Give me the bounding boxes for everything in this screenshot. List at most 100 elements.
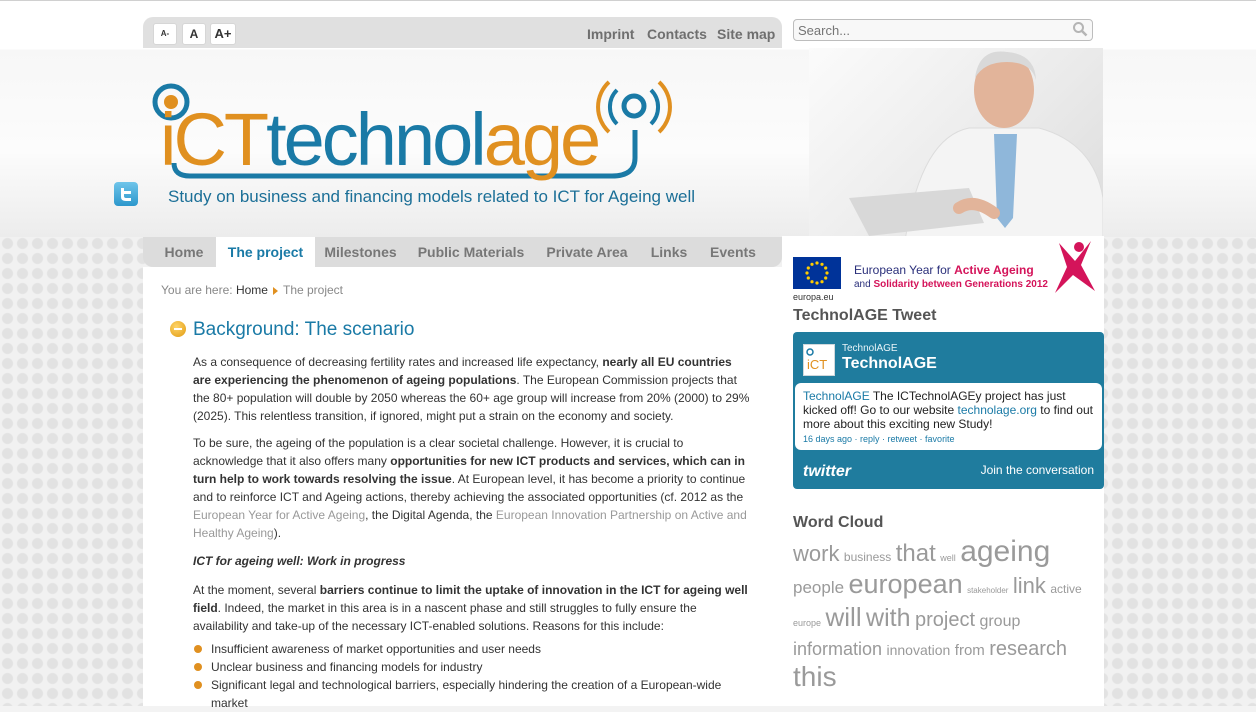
- word-cloud-link[interactable]: active: [1050, 582, 1081, 596]
- p3-subheading: ICT for ageing well: Work in progress: [193, 554, 406, 568]
- nav-events[interactable]: Events: [703, 237, 763, 267]
- list-item-text: Unclear business and financing models fo…: [211, 660, 483, 674]
- logo-techno: technol: [266, 98, 484, 181]
- site-tagline: Study on business and financing models r…: [168, 187, 695, 206]
- bullet-icon: [194, 681, 202, 689]
- word-cloud-link[interactable]: stakeholder: [967, 586, 1008, 595]
- svg-text:iCT: iCT: [807, 357, 827, 372]
- word-cloud-link[interactable]: research: [989, 638, 1067, 660]
- main-content: You are here: Home The project Background…: [143, 267, 782, 710]
- eu-line2-pre: and: [854, 279, 874, 290]
- bullet-icon: [194, 645, 202, 653]
- list-item: Significant legal and technological barr…: [193, 676, 753, 712]
- twitter-account-name[interactable]: TechnolAGE: [842, 355, 937, 373]
- word-cloud-link[interactable]: europe: [793, 618, 821, 628]
- breadcrumb-home-link[interactable]: Home: [236, 283, 268, 297]
- list-item-text: Insufficient awareness of market opportu…: [211, 642, 541, 656]
- word-cloud-link[interactable]: project: [915, 609, 975, 631]
- breadcrumb-prefix: You are here:: [161, 283, 233, 297]
- breadcrumb: You are here: Home The project: [161, 283, 343, 297]
- active-ageing-figure-icon: [1055, 241, 1095, 293]
- word-cloud-link[interactable]: well: [940, 553, 956, 563]
- word-cloud-link[interactable]: information: [793, 639, 882, 659]
- eu-line2-year: 2012: [1022, 279, 1048, 290]
- nav-the-project[interactable]: The project: [216, 237, 315, 267]
- list-item-text: Significant legal and technological barr…: [211, 678, 722, 710]
- eu-banner-line-1: European Year for Active Ageing: [854, 263, 1034, 277]
- word-cloud-link[interactable]: work: [793, 541, 839, 566]
- breadcrumb-arrow-icon: [272, 286, 278, 295]
- word-cloud-link[interactable]: group: [979, 613, 1020, 630]
- twitter-icon[interactable]: [114, 182, 138, 206]
- search-input[interactable]: [798, 22, 1058, 38]
- twitter-logo[interactable]: twitter: [803, 463, 851, 481]
- word-cloud-link[interactable]: will: [825, 602, 861, 632]
- word-cloud: work business that well ageing people eu…: [793, 537, 1098, 695]
- tweet-bubble: TechnolAGE The ICTechnolAGEy project has…: [795, 383, 1102, 450]
- paragraph-1: As a consequence of decreasing fertility…: [193, 353, 753, 425]
- svg-text:iCTtechnolage: iCTtechnolage: [160, 98, 598, 181]
- p2-text-c: , the Digital Agenda, the: [365, 508, 496, 522]
- european-year-link[interactable]: European Year for Active Ageing: [193, 508, 365, 522]
- nav-home[interactable]: Home: [153, 237, 215, 267]
- word-cloud-link[interactable]: ageing: [960, 535, 1050, 568]
- eu-line1-em: Active Ageing: [954, 263, 1034, 277]
- nav-public-materials[interactable]: Public Materials: [411, 237, 531, 267]
- eu-line2-em: Solidarity between Generations: [873, 279, 1023, 290]
- sitemap-link[interactable]: Site map: [717, 26, 775, 42]
- word-cloud-link[interactable]: business: [844, 550, 891, 564]
- eu-banner-line-2: and Solidarity between Generations 2012: [854, 279, 1048, 290]
- reasons-list: Insufficient awareness of market opportu…: [193, 640, 753, 712]
- word-cloud-heading: Word Cloud: [793, 514, 884, 531]
- logo-ict: iCT: [160, 98, 268, 181]
- word-cloud-link[interactable]: from: [955, 642, 985, 659]
- font-decrease-button[interactable]: A-: [153, 23, 177, 45]
- font-normal-button[interactable]: A: [182, 23, 206, 45]
- word-cloud-link[interactable]: people: [793, 578, 844, 597]
- site-logo[interactable]: iCTtechnolage: [150, 78, 690, 188]
- page-title: Background: The scenario: [193, 319, 415, 340]
- tweet-website-link[interactable]: technolage.org: [958, 403, 1037, 417]
- word-cloud-link[interactable]: innovation: [887, 642, 951, 658]
- europa-label: europa.eu: [793, 292, 834, 302]
- search-box: [793, 19, 1093, 41]
- join-conversation-link[interactable]: Join the conversation: [981, 463, 1094, 477]
- tweet-heading: TechnolAGE Tweet: [793, 307, 937, 324]
- p1-text-a: As a consequence of decreasing fertility…: [193, 355, 603, 369]
- collapse-icon[interactable]: [170, 321, 186, 337]
- word-cloud-link[interactable]: that: [896, 540, 936, 567]
- word-cloud-link[interactable]: european: [849, 569, 963, 599]
- font-increase-button[interactable]: A+: [210, 23, 236, 45]
- utility-bar: A- A A+ Imprint Contacts Site map: [143, 17, 782, 48]
- sidebar: europa.eu European Year for Active Agein…: [782, 236, 1104, 706]
- p4-text-b: . Indeed, the market in this area is in …: [193, 601, 697, 633]
- main-nav: Home The project Milestones Public Mater…: [143, 237, 782, 267]
- nav-private-area[interactable]: Private Area: [539, 237, 635, 267]
- nav-milestones[interactable]: Milestones: [318, 237, 403, 267]
- search-icon[interactable]: [1072, 21, 1088, 42]
- twitter-handle[interactable]: TechnolAGE: [842, 343, 898, 354]
- paragraph-4: At the moment, several barriers continue…: [193, 581, 753, 635]
- bullet-icon: [194, 663, 202, 671]
- list-item: Insufficient awareness of market opportu…: [193, 640, 753, 658]
- paragraph-3: ICT for ageing well: Work in progress: [193, 552, 753, 570]
- tweet-text: TechnolAGE The ICTechnolAGEy project has…: [803, 389, 1097, 431]
- word-cloud-link[interactable]: link: [1013, 573, 1046, 598]
- eu-year-banner[interactable]: europa.eu European Year for Active Agein…: [793, 239, 1098, 302]
- eu-flag-icon: [793, 257, 841, 289]
- imprint-link[interactable]: Imprint: [587, 26, 634, 42]
- word-cloud-link[interactable]: with: [866, 604, 910, 632]
- word-cloud-link[interactable]: this: [793, 661, 837, 692]
- tweet-meta-links[interactable]: 16 days ago · reply · retweet · favorite: [803, 434, 955, 444]
- contacts-link[interactable]: Contacts: [647, 26, 707, 42]
- twitter-avatar[interactable]: iCT: [803, 344, 835, 376]
- p4-text-a: At the moment, several: [193, 583, 320, 597]
- list-item: Unclear business and financing models fo…: [193, 658, 753, 676]
- tweet-author-link[interactable]: TechnolAGE: [803, 389, 870, 403]
- breadcrumb-current: The project: [282, 283, 344, 297]
- eu-line1-pre: European Year for: [854, 263, 955, 277]
- hero-photo: [809, 48, 1103, 236]
- twitter-widget: iCT TechnolAGE TechnolAGE TechnolAGE The…: [793, 332, 1104, 489]
- nav-links[interactable]: Links: [643, 237, 695, 267]
- p2-text-d: ).: [273, 526, 282, 540]
